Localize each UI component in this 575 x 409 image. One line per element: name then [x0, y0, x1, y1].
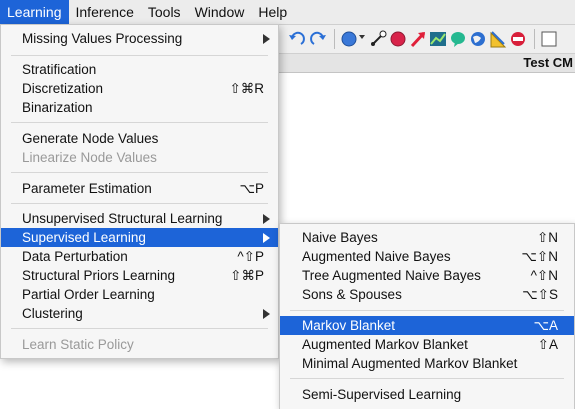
- menu-separator: [290, 310, 564, 311]
- arc-tool-icon[interactable]: [369, 29, 387, 49]
- menu-item-generate-node-values[interactable]: Generate Node Values: [1, 129, 278, 148]
- shortcut-label: ⇧N: [536, 230, 558, 245]
- menu-inference[interactable]: Inference: [69, 0, 141, 24]
- menu-item-label: Partial Order Learning: [22, 287, 155, 302]
- node-icon[interactable]: [340, 29, 358, 49]
- chart-icon[interactable]: [429, 29, 447, 49]
- menu-item-label: Structural Priors Learning: [22, 268, 176, 283]
- tab-header: Test CM: [278, 54, 575, 73]
- menu-item-label: Parameter Estimation: [22, 181, 152, 196]
- menu-item-semi-supervised-learning[interactable]: Semi-Supervised Learning: [280, 385, 574, 404]
- submenu-arrow-icon: [263, 309, 270, 319]
- shortcut-label: ⇧⌘R: [229, 81, 264, 96]
- toolbar: [278, 25, 575, 54]
- menu-item-structural-priors-learning[interactable]: Structural Priors Learning ⇧⌘P: [1, 266, 278, 285]
- shortcut-label: ⇧⌘P: [230, 268, 264, 283]
- menu-item-data-perturbation[interactable]: Data Perturbation ^⇧P: [1, 247, 278, 266]
- menu-window[interactable]: Window: [188, 0, 252, 24]
- menu-item-label: Naive Bayes: [302, 230, 378, 245]
- menu-item-clustering[interactable]: Clustering: [1, 304, 278, 323]
- menu-item-linearize-node-values: Linearize Node Values: [1, 148, 278, 167]
- menu-item-augmented-markov-blanket[interactable]: Augmented Markov Blanket ⇧A: [280, 335, 574, 354]
- menu-item-label: Data Perturbation: [22, 249, 128, 264]
- menu-item-discretization[interactable]: Discretization ⇧⌘R: [1, 79, 278, 98]
- menu-item-label: Missing Values Processing: [22, 31, 183, 46]
- menu-help[interactable]: Help: [251, 0, 294, 24]
- menu-item-unsupervised-learning[interactable]: Unsupervised Structural Learning: [1, 209, 278, 228]
- menu-item-sons-spouses[interactable]: Sons & Spouses ⌥⇧S: [280, 285, 574, 304]
- menu-item-label: Stratification: [22, 62, 97, 77]
- menu-item-label: Discretization: [22, 81, 104, 96]
- menu-item-markov-blanket[interactable]: Markov Blanket ⌥A: [280, 316, 574, 335]
- menu-learning[interactable]: Learning: [0, 0, 69, 24]
- menu-item-label: Clustering: [22, 306, 83, 321]
- menu-item-missing-values[interactable]: Missing Values Processing: [1, 29, 278, 48]
- menu-item-binarization[interactable]: Binarization: [1, 98, 278, 117]
- menu-item-tree-augmented-naive-bayes[interactable]: Tree Augmented Naive Bayes ^⇧N: [280, 266, 574, 285]
- menu-item-label: Semi-Supervised Learning: [302, 387, 462, 402]
- undo-icon[interactable]: [288, 29, 306, 49]
- menu-separator: [11, 122, 268, 123]
- shortcut-label: ⌥⇧N: [521, 249, 558, 264]
- menu-item-label: Augmented Markov Blanket: [302, 337, 468, 352]
- menu-item-parameter-estimation[interactable]: Parameter Estimation ⌥P: [1, 179, 278, 198]
- menu-item-augmented-naive-bayes[interactable]: Augmented Naive Bayes ⌥⇧N: [280, 247, 574, 266]
- menu-item-label: Binarization: [22, 100, 93, 115]
- comment-icon[interactable]: [449, 29, 467, 49]
- learning-menu: Missing Values Processing Stratification…: [0, 24, 279, 359]
- menu-item-label: Sons & Spouses: [302, 287, 402, 302]
- menu-item-label: Learn Static Policy: [22, 337, 134, 352]
- redo-icon[interactable]: [309, 29, 327, 49]
- arrow-tool-icon[interactable]: [409, 29, 427, 49]
- tab-test-cm[interactable]: Test CM: [523, 55, 573, 70]
- submenu-arrow-icon: [263, 233, 270, 243]
- menu-item-label: Supervised Learning: [22, 230, 146, 245]
- supervised-learning-submenu: Naive Bayes ⇧N Augmented Naive Bayes ⌥⇧N…: [279, 223, 575, 409]
- menu-bar: Learning Inference Tools Window Help: [0, 0, 575, 25]
- menu-item-learn-static-policy: Learn Static Policy: [1, 335, 278, 354]
- shortcut-label: ⌥P: [239, 181, 264, 196]
- menu-separator: [11, 172, 268, 173]
- menu-item-label: Linearize Node Values: [22, 150, 157, 165]
- globe-icon[interactable]: [469, 29, 487, 49]
- menu-item-supervised-learning[interactable]: Supervised Learning: [1, 228, 278, 247]
- menu-separator: [11, 55, 268, 56]
- shortcut-label: ⇧A: [537, 337, 558, 352]
- ruler-icon[interactable]: [489, 29, 507, 49]
- submenu-arrow-icon: [263, 34, 270, 44]
- submenu-arrow-icon: [263, 214, 270, 224]
- menu-separator: [290, 378, 564, 379]
- toolbar-separator: [334, 29, 335, 49]
- menu-item-label: Minimal Augmented Markov Blanket: [302, 356, 518, 371]
- menu-separator: [11, 328, 268, 329]
- menu-item-minimal-augmented-markov-blanket[interactable]: Minimal Augmented Markov Blanket: [280, 354, 574, 373]
- menu-item-label: Augmented Naive Bayes: [302, 249, 451, 264]
- menu-item-naive-bayes[interactable]: Naive Bayes ⇧N: [280, 228, 574, 247]
- toolbar-separator: [534, 29, 535, 49]
- chevron-down-icon[interactable]: [358, 33, 366, 41]
- window-icon[interactable]: [540, 29, 558, 49]
- menu-item-label: Unsupervised Structural Learning: [22, 211, 223, 226]
- shortcut-label: ^⇧P: [237, 249, 264, 264]
- menu-item-label: Tree Augmented Naive Bayes: [302, 268, 481, 283]
- menu-item-partial-order-learning[interactable]: Partial Order Learning: [1, 285, 278, 304]
- shortcut-label: ⌥A: [533, 318, 558, 333]
- menu-item-stratification[interactable]: Stratification: [1, 60, 278, 79]
- menu-tools[interactable]: Tools: [141, 0, 188, 24]
- menu-item-label: Generate Node Values: [22, 131, 159, 146]
- menu-separator: [11, 203, 268, 204]
- menu-item-label: Markov Blanket: [302, 318, 396, 333]
- shortcut-label: ⌥⇧S: [522, 287, 558, 302]
- shortcut-label: ^⇧N: [530, 268, 558, 283]
- stop-icon[interactable]: [509, 29, 527, 49]
- evidence-node-icon[interactable]: [389, 29, 407, 49]
